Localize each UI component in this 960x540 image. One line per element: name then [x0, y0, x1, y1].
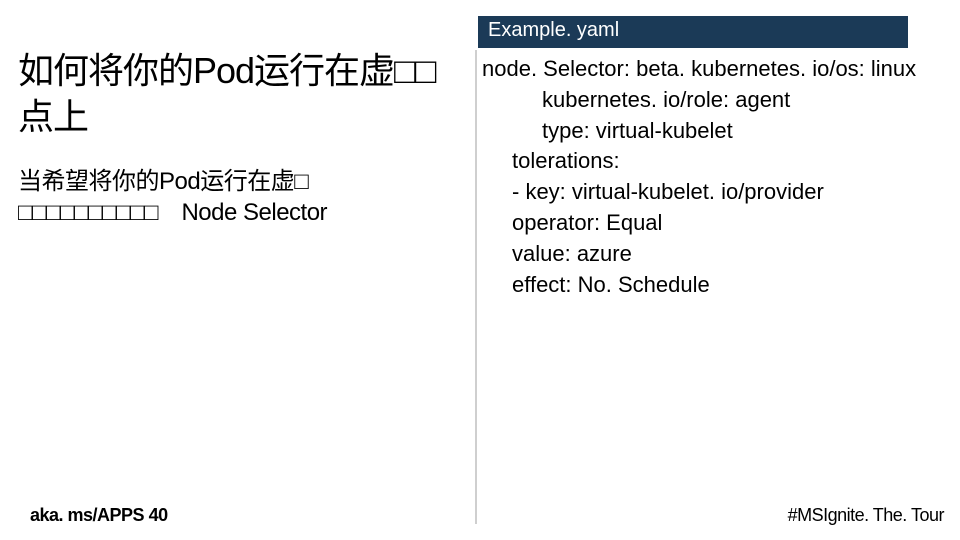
right-column: Example. yaml node. Selector: beta. kube… — [478, 16, 940, 300]
slide-title: 如何将你的Pod运行在虚□□点上 — [18, 48, 458, 140]
code-line: kubernetes. io/role: agent — [482, 85, 940, 116]
code-block: node. Selector: beta. kubernetes. io/os:… — [478, 54, 940, 300]
code-line: - key: virtual-kubelet. io/provider — [482, 177, 940, 208]
code-line: tolerations: — [482, 146, 940, 177]
left-column: 如何将你的Pod运行在虚□□点上 当希望将你的Pod运行在虚□ □□□□□□□□… — [18, 48, 458, 229]
code-tab-bar: Example. yaml — [478, 16, 940, 48]
code-line: operator: Equal — [482, 208, 940, 239]
vertical-divider — [475, 50, 477, 524]
code-filename-tab: Example. yaml — [478, 16, 908, 48]
code-line: value: azure — [482, 239, 940, 270]
code-line: effect: No. Schedule — [482, 270, 940, 301]
footer-hashtag-right: #MSIgnite. The. Tour — [788, 505, 944, 526]
footer-link-left: aka. ms/APPS 40 — [30, 505, 168, 526]
code-line: type: virtual-kubelet — [482, 116, 940, 147]
slide-body: 当希望将你的Pod运行在虚□ □□□□□□□□□□ Node Selector — [18, 166, 458, 228]
code-line: node. Selector: beta. kubernetes. io/os:… — [482, 54, 940, 85]
